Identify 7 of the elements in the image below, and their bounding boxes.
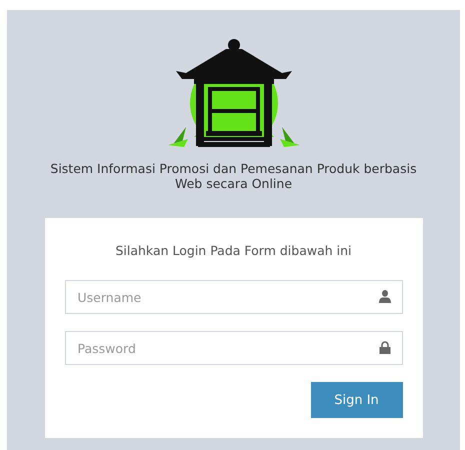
user-icon <box>378 290 390 303</box>
sign-in-button[interactable]: Sign In <box>310 382 402 418</box>
password-field[interactable]: Password <box>64 331 402 365</box>
login-message: Silahkan Login Pada Form dibawah ini <box>114 243 353 258</box>
username-field[interactable]: Username <box>64 280 402 314</box>
app-title: Sistem Informasi Promosi dan Pemesanan Produk berbasis Web secara Online <box>49 161 418 191</box>
lock-icon <box>378 341 390 354</box>
